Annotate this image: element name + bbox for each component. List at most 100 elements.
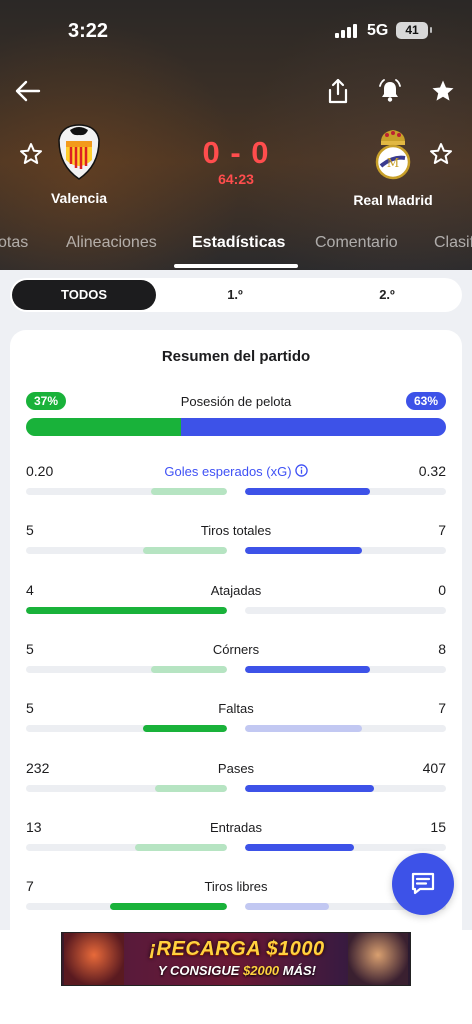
stat-away-track <box>245 488 446 495</box>
tab-comentario[interactable]: Comentario <box>315 234 398 252</box>
possession-row: 37% Posesión de pelota 63% <box>26 392 446 412</box>
stat-away-value: 7 <box>438 522 446 538</box>
real-madrid-crest-icon: M <box>373 126 413 180</box>
stat-label: Tiros totales <box>26 523 446 538</box>
stat-away-track <box>245 725 446 732</box>
stat-label[interactable]: Goles esperados (xG) <box>26 464 446 479</box>
stat-away-fill <box>245 844 354 851</box>
tab-notas[interactable]: otas <box>0 234 28 252</box>
stat-away-track <box>245 666 446 673</box>
stat-home-track <box>26 666 227 673</box>
scoreboard: 0 - 0 64:23 <box>186 135 286 187</box>
stat-label: Pases <box>26 761 446 776</box>
period-second-half[interactable]: 2.º <box>312 280 462 310</box>
stat-away-fill <box>245 488 370 495</box>
stat-home-track <box>26 547 227 554</box>
possession-away-badge: 63% <box>405 392 446 410</box>
away-team[interactable]: M Real Madrid <box>350 126 436 208</box>
stat-home-track <box>26 607 227 614</box>
stat-away-value: 15 <box>430 819 446 835</box>
active-tab-indicator <box>174 264 298 268</box>
battery-icon: 41 <box>396 22 432 39</box>
away-team-name: Real Madrid <box>353 192 433 208</box>
back-arrow-icon[interactable] <box>13 76 43 106</box>
tab-alineaciones[interactable]: Alineaciones <box>66 234 157 252</box>
stat-away-track <box>245 607 446 614</box>
stat-home-fill <box>134 844 227 851</box>
stat-label-text: Faltas <box>218 701 254 716</box>
ad-subline-prefix: Y CONSIGUE <box>157 963 243 978</box>
chat-button[interactable] <box>392 853 454 915</box>
stat-home-fill <box>154 785 227 792</box>
possession-bar <box>26 418 446 436</box>
tab-estadisticas[interactable]: Estadísticas <box>192 234 285 252</box>
stat-home-fill <box>110 903 227 910</box>
chat-icon <box>411 872 435 895</box>
top-nav <box>0 76 472 108</box>
stat-home-fill <box>142 547 227 554</box>
possession-label: Posesión de pelota <box>180 394 292 409</box>
stat-away-value: 7 <box>438 700 446 716</box>
stat-away-fill <box>245 785 374 792</box>
stat-away-value: 0.32 <box>418 463 446 479</box>
info-icon[interactable] <box>294 464 308 477</box>
home-team-name: Valencia <box>50 190 108 206</box>
stat-row: 5 Tiros totales 7 <box>26 522 446 562</box>
home-team[interactable]: Valencia <box>40 124 118 206</box>
stat-home-track <box>26 844 227 851</box>
period-selector: TODOS 1.º 2.º <box>10 278 462 312</box>
possession-home-fill <box>26 418 182 436</box>
status-bar: 3:22 5G 41 <box>0 18 472 48</box>
stat-away-value: 407 <box>422 760 446 776</box>
stat-row: 5 Faltas 7 <box>26 700 446 740</box>
valencia-crest-icon <box>56 124 102 180</box>
period-first-half[interactable]: 1.º <box>160 280 310 310</box>
stat-away-track <box>245 785 446 792</box>
ad-subline-suffix: MÁS! <box>279 963 316 978</box>
possession-away-fill <box>181 418 446 436</box>
match-summary-card: Resumen del partido 37% Posesión de pelo… <box>10 330 462 950</box>
stat-home-track <box>26 725 227 732</box>
ad-banner[interactable]: ¡RECARGA $1000 Y CONSIGUE $2000 MÁS! <box>61 932 411 986</box>
stat-label-text: Entradas <box>209 820 263 835</box>
stat-home-fill <box>150 488 227 495</box>
share-icon[interactable] <box>323 76 353 106</box>
stat-label: Faltas <box>26 701 446 716</box>
stat-away-value: 8 <box>438 641 446 657</box>
stat-home-fill <box>142 725 227 732</box>
card-title: Resumen del partido <box>161 348 311 365</box>
stat-row: 7 Tiros libres <box>26 878 446 918</box>
ad-subline-amount: $2000 <box>243 963 280 978</box>
stat-row: 0.20 Goles esperados (xG) 0.32 <box>26 463 446 503</box>
stat-label-text: Goles esperados (xG) <box>164 464 292 479</box>
period-all[interactable]: TODOS <box>12 280 156 310</box>
favorite-away-star-icon[interactable] <box>426 139 456 169</box>
score: 0 - 0 <box>202 135 270 170</box>
stat-away-fill <box>245 725 362 732</box>
stat-home-track <box>26 903 227 910</box>
ad-subline: Y CONSIGUE $2000 MÁS! <box>62 963 410 978</box>
tab-clasificacion[interactable]: Clasif <box>434 234 472 252</box>
ad-headline: ¡RECARGA $1000 <box>149 938 325 960</box>
stat-row: 5 Córners 8 <box>26 641 446 681</box>
stat-away-value: 0 <box>438 582 446 598</box>
stat-label: Entradas <box>26 820 446 835</box>
stat-away-fill <box>245 666 370 673</box>
stat-label: Córners <box>26 642 446 657</box>
signal-icon <box>335 24 357 38</box>
stat-label: Tiros libres <box>26 879 446 894</box>
star-filled-icon[interactable] <box>428 76 458 106</box>
svg-text:M: M <box>387 156 399 170</box>
match-header: 3:22 5G 41 Valencia 0 - 0 64:23 M Real M… <box>0 0 472 270</box>
match-tabs: otas Alineaciones Estadísticas Comentari… <box>0 232 472 270</box>
stat-home-track <box>26 488 227 495</box>
stat-label: Atajadas <box>26 583 446 598</box>
stat-row: 13 Entradas 15 <box>26 819 446 859</box>
stat-away-track <box>245 547 446 554</box>
stat-label-text: Atajadas <box>210 583 262 598</box>
bell-alert-icon[interactable] <box>375 76 405 106</box>
stat-away-fill <box>245 547 362 554</box>
match-clock: 64:23 <box>218 171 254 187</box>
stat-home-track <box>26 785 227 792</box>
stat-home-fill <box>26 607 227 614</box>
